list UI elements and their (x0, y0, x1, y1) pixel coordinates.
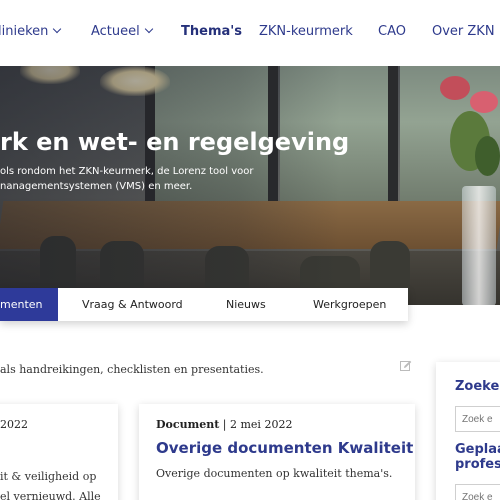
top-navigation: linieken Actueel Thema's ZKN-keurmerk CA… (0, 0, 500, 66)
nav-item-label: CAO (378, 24, 406, 39)
theme-tabs: menten Vraag & Antwoord Nieuws Werkgroep… (0, 288, 408, 321)
card-date: 2022 (0, 418, 28, 431)
foliage (475, 136, 500, 176)
document-card[interactable]: 2022 it & veiligheid op el vernieuwd. Al… (0, 404, 118, 500)
card-meta: 2022 (0, 418, 28, 431)
tab-documenten[interactable]: menten (0, 288, 58, 321)
search-heading: Zoeken (455, 379, 500, 394)
card-type: Document (156, 418, 220, 431)
nav-item-cao[interactable]: CAO (378, 24, 406, 39)
flower (470, 91, 498, 113)
tab-label: Werkgroepen (313, 298, 387, 311)
chevron-down-icon (53, 24, 62, 34)
card-excerpt-line: it & veiligheid op (0, 470, 97, 483)
hero-description-line: ols rondom het ZKN-keurmerk, de Lorenz t… (0, 166, 254, 177)
document-card[interactable]: Document | 2 mei 2022 Overige documenten… (139, 404, 415, 500)
card-date: 2 mei 2022 (230, 418, 293, 431)
card-title[interactable]: Overige documenten Kwaliteit (156, 439, 413, 457)
chevron-down-icon (144, 24, 154, 34)
card-meta: Document | 2 mei 2022 (156, 418, 293, 431)
nav-item-actueel[interactable]: Actueel (91, 24, 154, 39)
page-title: rk en wet- en regelgeving (0, 128, 350, 156)
nav-item-label: ZKN-keurmerk (259, 24, 353, 39)
nav-item-label: Thema's (181, 24, 242, 39)
tab-nieuws[interactable]: Nieuws (226, 288, 266, 321)
tab-werkgroepen[interactable]: Werkgroepen (313, 288, 386, 321)
nav-item-klinieken[interactable]: linieken (0, 24, 62, 39)
tab-vraag-antwoord[interactable]: Vraag & Antwoord (82, 288, 183, 321)
nav-item-label: Actueel (91, 24, 140, 39)
nav-item-label: Over ZKN (432, 24, 495, 39)
nav-item-zkn-keurmerk[interactable]: ZKN-keurmerk (259, 24, 353, 39)
search-input[interactable] (455, 484, 500, 500)
hero-description-line: nanagementsystemen (VMS) en meer. (0, 181, 193, 192)
nav-item-over-zkn[interactable]: Over ZKN (432, 24, 495, 39)
flower (440, 76, 470, 100)
window-frame (388, 66, 398, 216)
sidebar: Zoeken Geplaa profes (436, 362, 500, 500)
tab-label: Nieuws (226, 298, 266, 311)
search-input[interactable] (455, 406, 500, 432)
nav-item-themas[interactable]: Thema's (181, 24, 242, 39)
hero-banner: rk en wet- en regelgeving ols rondom het… (0, 66, 500, 305)
card-excerpt-line: el vernieuwd. Alle (0, 490, 101, 500)
tab-label: Vraag & Antwoord (82, 298, 183, 311)
card-excerpt-line: Overige documenten op kwaliteit thema's. (156, 467, 393, 480)
tab-label: menten (0, 298, 43, 311)
edit-icon[interactable] (400, 360, 412, 372)
vase (462, 186, 496, 305)
section-intro: als handreikingen, checklisten en presen… (0, 363, 264, 376)
nav-item-label: linieken (0, 24, 49, 39)
sidebar-heading-line: Geplaa (455, 442, 500, 457)
sidebar-heading-line: profes (455, 457, 500, 472)
